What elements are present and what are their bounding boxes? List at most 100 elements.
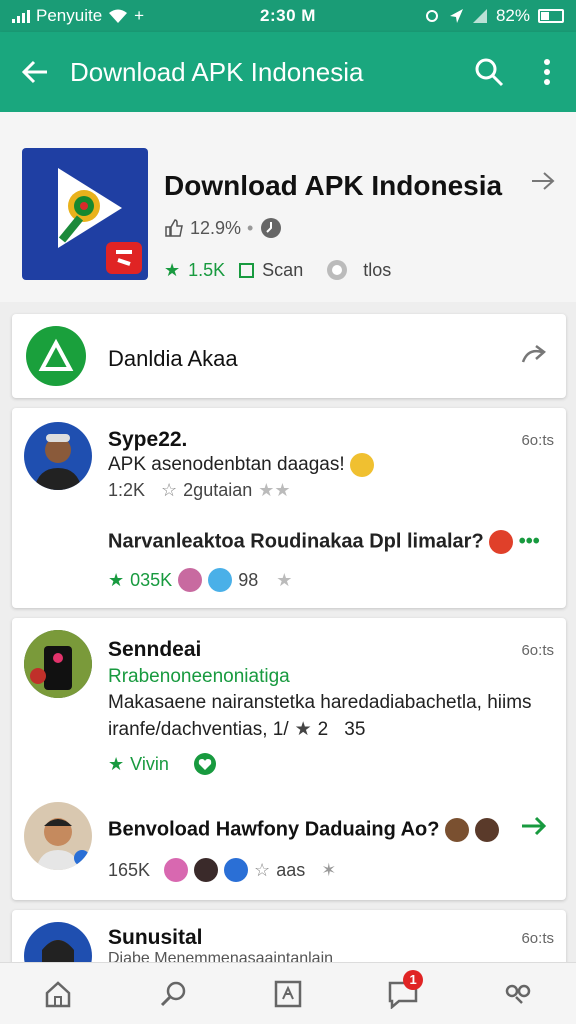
- people-icon: [506, 984, 531, 1004]
- download-card[interactable]: Danldia Akaa: [12, 314, 566, 398]
- avatar-emoji-icon: [474, 818, 499, 842]
- emoji-icon: [489, 530, 514, 554]
- notification-badge: 1: [403, 969, 424, 990]
- post-count: 35: [344, 718, 366, 740]
- app-bar: Download APK Indonesia: [0, 32, 576, 112]
- tags-label: tlos: [363, 259, 392, 280]
- bottom-navigation: 1: [0, 962, 576, 1024]
- nav-notifications[interactable]: 1: [373, 964, 433, 1024]
- avatar: [24, 422, 92, 490]
- checkbox-icon[interactable]: [239, 262, 255, 278]
- star-outline-icon[interactable]: ☆: [254, 860, 270, 881]
- post-card[interactable]: Sunusital 6o:ts Diabe Menemmenasaaintanl…: [12, 910, 566, 990]
- avatar: [24, 630, 92, 698]
- post-text-row: iranfe/dachventias, 1/ ★ 2 35: [108, 718, 365, 741]
- double-chevron-icon: [522, 816, 547, 836]
- star-icon[interactable]: ★: [108, 570, 124, 591]
- star-value: 2: [317, 718, 329, 740]
- nav-home[interactable]: [28, 964, 88, 1024]
- post-author[interactable]: Sunusital: [108, 926, 203, 950]
- reaction-avatar-icon: [208, 568, 233, 592]
- star-icon: ★: [164, 259, 181, 280]
- plus-icon: +: [134, 6, 145, 25]
- status-bar: Penyuite + 2:30 M 82%: [0, 0, 576, 32]
- post-question: Benvoload Hawfony Daduaing Ao?: [108, 818, 499, 842]
- home-icon: [45, 980, 70, 1007]
- search-icon: [475, 58, 504, 87]
- reaction-avatar-icon: [178, 568, 203, 592]
- apps-icon: [274, 980, 302, 1007]
- star-icon[interactable]: ✶: [321, 860, 336, 881]
- star-icon: ★★: [258, 480, 291, 500]
- app-bar-title: Download APK Indonesia: [70, 56, 364, 87]
- reaction-count: 035K: [130, 569, 173, 590]
- scan-label[interactable]: Scan: [262, 260, 303, 281]
- post-count: 1:2K: [108, 480, 146, 500]
- app-header: Download APK Indonesia 12.9% • ★ 1.5K Sc…: [0, 112, 576, 302]
- nav-apps[interactable]: [258, 964, 318, 1024]
- share-button[interactable]: [526, 164, 560, 198]
- avatar-emoji-icon: [445, 818, 470, 842]
- post-author[interactable]: Senndeai: [108, 638, 201, 662]
- likes-percent: 12.9%: [190, 217, 242, 238]
- app-title: Download APK Indonesia: [164, 170, 503, 201]
- post-author[interactable]: Sype22.: [108, 428, 187, 452]
- back-arrow-icon: [21, 60, 47, 84]
- clock-icon: [261, 218, 282, 238]
- emoji-icon: [349, 453, 374, 477]
- reaction-avatar-icon: [224, 858, 249, 882]
- avatar: [24, 802, 92, 870]
- battery-icon: [538, 9, 564, 23]
- battery-percent: 82%: [495, 6, 530, 25]
- star-outline-icon[interactable]: ☆: [161, 480, 177, 501]
- post-card[interactable]: Senndeai 6o:ts Rrabenoneenoniatiga Makas…: [12, 618, 566, 900]
- wifi-icon: [109, 9, 128, 23]
- sync-icon: [425, 10, 438, 22]
- post-stats: 1:2K ☆ 2gutaian ★★: [108, 480, 291, 501]
- status-time: 2:30 M: [260, 6, 316, 25]
- post-time: 6o:ts: [521, 930, 554, 947]
- post-reactions: ★ 035K 98 ★: [108, 568, 292, 592]
- post-subtitle: Rrabenoneenoniatiga: [108, 666, 290, 687]
- app-logo-icon: [22, 148, 148, 280]
- post-text: APK asenodenbtan daagas!: [108, 453, 374, 477]
- signal-icon: [12, 9, 30, 23]
- post-time: 6o:ts: [521, 642, 554, 659]
- post-text-continued: iranfe/dachventias, 1/: [108, 718, 289, 740]
- back-button[interactable]: [0, 32, 70, 112]
- carrier-name: Penyuite: [36, 6, 103, 25]
- post-question: Narvanleaktoa Roudinakaa Dpl limalar? ••…: [108, 530, 540, 554]
- download-logo-icon: [26, 326, 86, 386]
- star-label: aas: [276, 859, 306, 880]
- download-card-label: Danldia Akaa: [108, 346, 238, 371]
- post-count: 165K: [108, 859, 151, 880]
- arrow-right-icon: [521, 345, 546, 363]
- shield-icon: [327, 260, 348, 280]
- reaction-number: 98: [238, 569, 259, 590]
- thumbs-up-icon: [165, 219, 183, 237]
- location-icon: [449, 9, 463, 23]
- search-button[interactable]: [460, 32, 518, 112]
- more-vert-icon: [544, 59, 550, 85]
- vote-label: Vivin: [130, 753, 169, 774]
- forward-button[interactable]: [520, 814, 548, 843]
- reaction-avatar-icon: [194, 858, 219, 882]
- post-card[interactable]: Sype22. 6o:ts APK asenodenbtan daagas! 1…: [12, 408, 566, 608]
- stars-label: 2gutaian: [183, 480, 253, 500]
- nav-search[interactable]: [143, 964, 203, 1024]
- more-dots-icon: •••: [513, 530, 540, 553]
- star-icon: ★: [108, 753, 125, 774]
- post-time: 6o:ts: [521, 432, 554, 449]
- heart-icon[interactable]: [193, 752, 217, 776]
- vote-row[interactable]: ★ Vivin: [108, 752, 217, 776]
- app-stats-row: ★ 1.5K Scan tlos: [164, 258, 391, 282]
- star-icon[interactable]: ★: [276, 570, 292, 591]
- nav-profile[interactable]: [488, 964, 548, 1024]
- star-icon: ★: [294, 719, 312, 740]
- arrow-right-icon: [532, 172, 555, 190]
- reaction-avatar-icon: [164, 858, 189, 882]
- post-reactions: 165K ☆ aas ✶: [108, 858, 336, 882]
- more-options-button[interactable]: [518, 32, 576, 112]
- open-arrow-button[interactable]: [520, 342, 548, 373]
- data-icon: [472, 9, 487, 23]
